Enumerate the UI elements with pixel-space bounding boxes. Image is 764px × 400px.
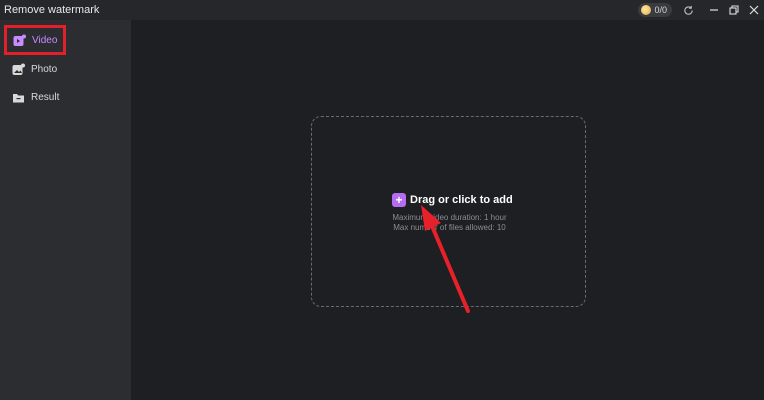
credits-count: 0/0: [654, 5, 667, 15]
minimize-icon: [710, 9, 718, 11]
close-button[interactable]: [744, 0, 764, 20]
add-files-button[interactable]: + Drag or click to add: [392, 193, 513, 207]
sidebar-item-video[interactable]: Video: [4, 25, 66, 55]
title-bar: Remove watermark 0/0: [0, 0, 764, 20]
sidebar-item-result[interactable]: Result: [4, 85, 59, 109]
add-files-label: Drag or click to add: [410, 194, 513, 206]
folder-icon: [12, 91, 25, 104]
hint-duration: Maximum video duration: 1 hour: [392, 213, 507, 222]
drop-zone[interactable]: + Drag or click to add Maximum video dur…: [311, 116, 586, 307]
refresh-button[interactable]: [678, 0, 698, 20]
refresh-icon: [683, 5, 693, 15]
plus-icon: +: [392, 193, 406, 207]
minimize-button[interactable]: [704, 0, 724, 20]
hint-files: Max number of files allowed: 10: [393, 223, 506, 232]
coin-icon: [641, 5, 652, 15]
photo-icon: [12, 63, 25, 76]
title-bar-controls: 0/0: [638, 0, 764, 20]
restore-button[interactable]: [724, 0, 744, 20]
sidebar-item-label: Video: [32, 34, 58, 46]
window-title: Remove watermark: [4, 4, 100, 16]
sidebar-item-label: Photo: [31, 63, 58, 75]
main-area: + Drag or click to add Maximum video dur…: [131, 20, 764, 400]
sidebar-item-photo[interactable]: Photo: [4, 57, 57, 81]
sidebar-item-label: Result: [31, 91, 60, 103]
video-add-icon: [13, 34, 26, 47]
sidebar: Video Photo Result: [0, 20, 131, 400]
credits-badge[interactable]: 0/0: [638, 3, 672, 17]
restore-icon: [729, 5, 739, 15]
close-icon: [749, 5, 759, 15]
